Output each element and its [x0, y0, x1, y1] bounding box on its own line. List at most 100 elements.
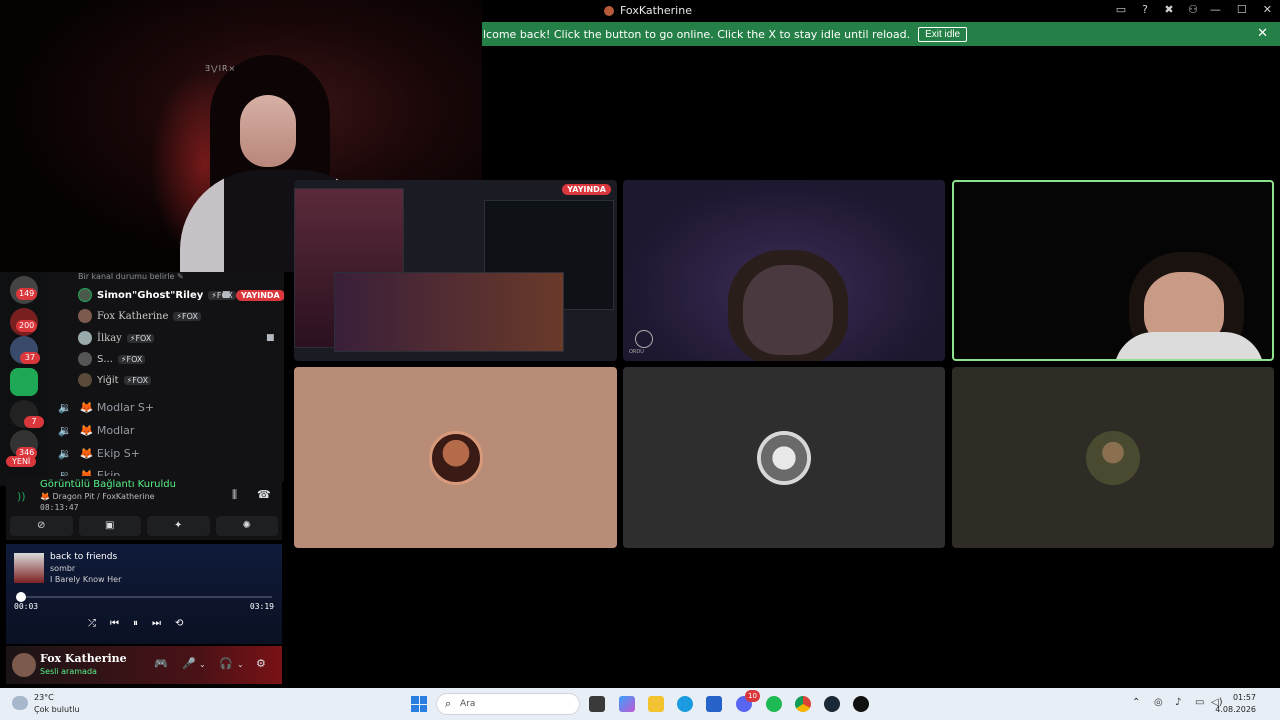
network-icon[interactable]: ▭ [1195, 697, 1204, 708]
idle-banner: lcome back! Click the button to go onlin… [482, 22, 1280, 46]
channel-list: Bir kanal durumu belirle ✎ Simon"Ghost"R… [48, 272, 284, 482]
start-icon[interactable] [411, 696, 427, 712]
headphones-icon[interactable]: 🎧 [219, 657, 233, 670]
maximize-icon[interactable]: ☐ [1237, 3, 1247, 16]
participant-video-tile-active[interactable] [952, 180, 1274, 361]
gamepad-icon[interactable]: 🎮 [154, 657, 168, 670]
activities-button[interactable]: ✦ [147, 516, 210, 536]
gear-icon[interactable]: ⚙ [256, 657, 266, 670]
speaker-icon: 🔉 [58, 446, 72, 460]
shuffle-icon[interactable]: ⤮ [88, 618, 96, 629]
server-badge: 7 [24, 416, 44, 428]
participant-audio-tile[interactable] [952, 367, 1274, 548]
chevron-down-icon[interactable]: ⌄ [237, 660, 244, 669]
microphone-icon[interactable]: ♪ [1175, 697, 1181, 708]
screen-share-tile[interactable]: YAYINDA [294, 180, 617, 361]
search-placeholder: Ara [460, 699, 476, 709]
store-icon[interactable] [706, 696, 722, 712]
server-list: 149 200 37 7 346 YENİ [0, 272, 48, 486]
banner-close-icon[interactable]: ✕ [1257, 26, 1268, 41]
next-icon[interactable]: ⏭ [152, 618, 161, 629]
help-icon[interactable]: ? [1138, 3, 1152, 17]
track-artist[interactable]: sombr [50, 564, 75, 573]
title-bar: FoxKatherine ▭ ? ✖ ⚇ — ☐ ✕ [482, 0, 1280, 22]
chrome-icon[interactable] [795, 696, 811, 712]
voice-channel-path[interactable]: 🦊 Dragon Pit / FoxKatherine [40, 492, 155, 501]
participant-audio-tile[interactable] [623, 367, 945, 548]
banner-text: lcome back! Click the button to go onlin… [483, 27, 911, 41]
shared-window [334, 272, 564, 352]
video-camera-icon: ■ [266, 333, 275, 343]
clock-time[interactable]: 01:57 [1233, 693, 1256, 702]
avatar [1086, 430, 1140, 485]
voice-member[interactable]: İlkay ⚡FOX [78, 329, 155, 347]
avatar [78, 309, 92, 323]
voice-channel[interactable]: 🔉 🦊 Modlar [58, 421, 134, 439]
file-explorer-icon[interactable] [648, 696, 664, 712]
security-icon[interactable]: ◎ [1154, 697, 1163, 708]
exit-idle-button[interactable]: Exit idle [918, 26, 968, 42]
spotify-icon[interactable] [766, 696, 782, 712]
search-box[interactable]: ⌕ Ara [436, 693, 580, 715]
voice-channel[interactable]: 🔉 🦊 Ekip S+ [58, 444, 140, 462]
microphone-icon[interactable]: 🎤 [182, 657, 196, 670]
noise-suppression-icon[interactable]: ⫼ [232, 488, 237, 502]
new-badge: YENİ [6, 456, 37, 467]
share-screen-button[interactable]: ▣ [78, 516, 141, 536]
avatar [78, 352, 92, 366]
server-badge: 37 [20, 352, 40, 364]
disconnect-icon[interactable]: ☎ [257, 488, 271, 501]
call-elapsed: 08:13:47 [40, 503, 79, 512]
tools-icon[interactable]: ✖ [1162, 3, 1176, 17]
task-view-icon[interactable] [589, 696, 605, 712]
app-icon[interactable] [853, 696, 869, 712]
server-icon[interactable] [10, 368, 38, 396]
weather-description[interactable]: Çok bulutlu [34, 705, 80, 714]
cloud-icon[interactable] [12, 696, 28, 710]
screen: Ǝ⋁IR⨯ FoxKatherine ▭ ? ✖ ⚇ — ☐ ✕ lcome b… [0, 0, 1280, 720]
username[interactable]: Fox Katherine [40, 652, 127, 665]
voice-channel[interactable]: 🔉 🦊 Modlar S+ [58, 398, 154, 416]
progress-bar[interactable] [20, 596, 272, 598]
voice-member[interactable]: S... ⚡FOX [78, 350, 146, 368]
progress-knob[interactable] [16, 592, 26, 602]
inbox-icon[interactable]: ▭ [1114, 3, 1128, 17]
voice-member[interactable]: Simon"Ghost"Riley ⚡FOX [78, 286, 236, 304]
voice-member[interactable]: Fox Katherine ⚡FOX [78, 307, 201, 325]
avatar [78, 373, 92, 387]
previous-icon[interactable]: ⏮ [110, 618, 119, 629]
server-avatar-icon [604, 5, 614, 16]
tray-chevron-up-icon[interactable]: ⌃ [1132, 697, 1140, 708]
temperature[interactable]: 23°C [34, 693, 54, 702]
edge-icon[interactable] [677, 696, 693, 712]
minimize-icon[interactable]: — [1210, 3, 1221, 16]
participant-audio-tile[interactable] [294, 367, 617, 548]
speaker-icon: 🔉 [58, 423, 72, 437]
camera-off-button[interactable]: ⊘ [10, 516, 73, 536]
album-art [14, 553, 44, 583]
search-icon: ⌕ [445, 697, 452, 710]
close-window-icon[interactable]: ✕ [1263, 3, 1272, 16]
voice-member[interactable]: Yiğit ⚡FOX [78, 371, 152, 389]
repeat-icon[interactable]: ⟲ [175, 618, 183, 629]
clock-date[interactable]: 4.08.2026 [1215, 705, 1256, 714]
corner-logo-text: ORDU [629, 349, 644, 355]
server-badge: 149 [16, 288, 38, 300]
chevron-down-icon[interactable]: ⌄ [199, 660, 206, 669]
participant-video-tile[interactable]: ORDU [623, 180, 945, 361]
soundboard-button[interactable]: ✺ [215, 516, 278, 536]
copilot-icon[interactable] [619, 696, 635, 712]
group-icon[interactable]: ⚇ [1186, 3, 1200, 17]
pause-icon[interactable]: ⏸ [133, 618, 138, 629]
channel-status-placeholder[interactable]: Bir kanal durumu belirle ✎ [78, 272, 184, 281]
steam-icon[interactable] [824, 696, 840, 712]
avatar[interactable] [12, 653, 36, 677]
participant-shirt [1114, 332, 1264, 359]
server-badge: 200 [16, 320, 38, 332]
elapsed-time: 00:03 [14, 602, 39, 611]
video-camera-icon: ■ [222, 290, 231, 300]
user-panel: Fox Katherine Sesli aramada 🎮 🎤 ⌄ 🎧 ⌄ ⚙ [6, 646, 282, 684]
signal-icon[interactable]: )) [17, 490, 26, 503]
track-album: I Barely Know Her [50, 575, 122, 584]
track-title[interactable]: back to friends [50, 552, 117, 562]
